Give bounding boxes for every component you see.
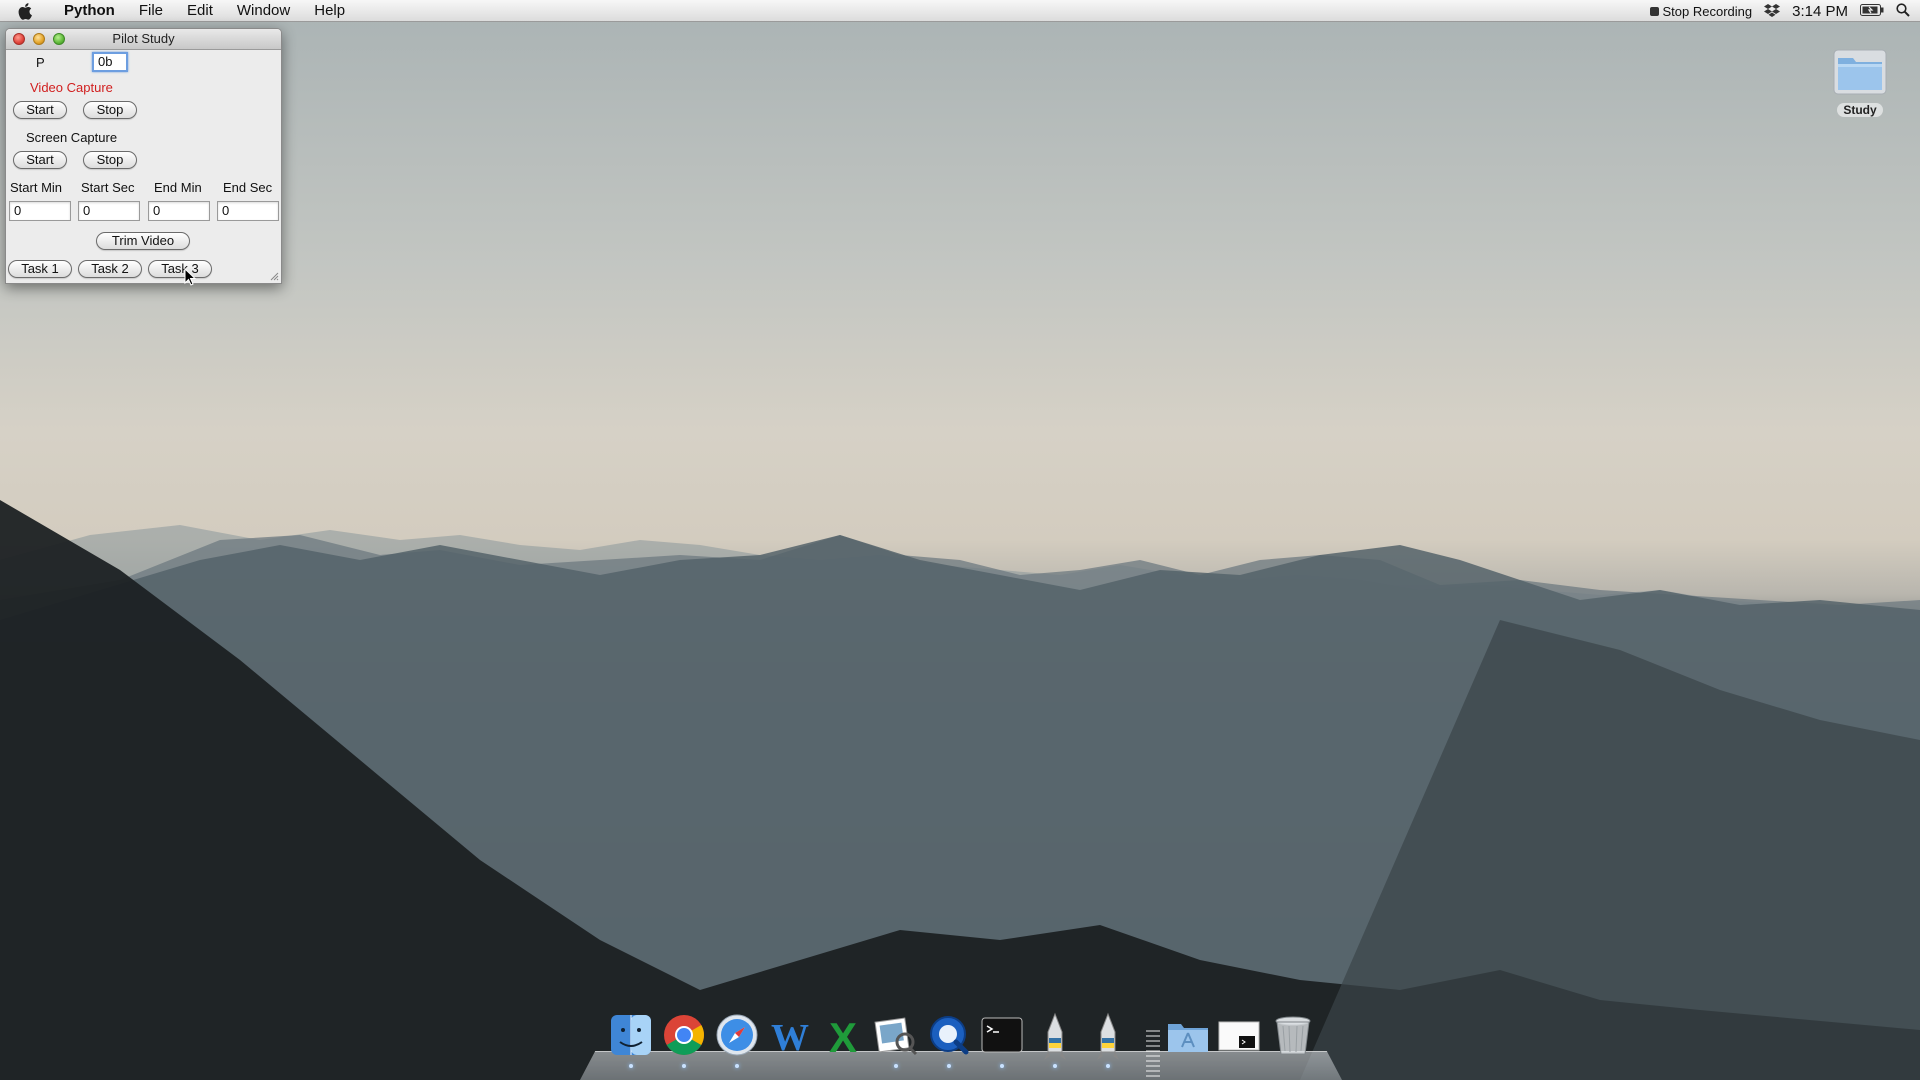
window-title: Pilot Study (112, 31, 175, 46)
task-2-button[interactable]: Task 2 (78, 260, 142, 278)
desktop-wallpaper (0, 500, 1920, 1080)
terminal-icon[interactable] (979, 1012, 1025, 1068)
menu-bar: Python File Edit Window Help Stop Record… (0, 0, 1920, 22)
pilot-study-window: Pilot Study P 0b Video Capture Start Sto… (5, 28, 282, 284)
video-start-button[interactable]: Start (13, 101, 67, 119)
menu-help[interactable]: Help (302, 0, 357, 22)
trash-icon[interactable] (1270, 1012, 1316, 1062)
svg-text:X: X (829, 1014, 857, 1058)
task-3-button[interactable]: Task 3 (148, 260, 212, 278)
start-sec-field[interactable]: 0 (78, 201, 140, 221)
screen-capture-label: Screen Capture (26, 130, 118, 145)
end-min-field[interactable]: 0 (148, 201, 210, 221)
status-area: Stop Recording 3:14 PM (1649, 0, 1911, 22)
close-window-button[interactable] (13, 33, 25, 45)
word-icon[interactable]: W (767, 1012, 813, 1062)
finder-icon[interactable] (608, 1012, 654, 1068)
window-titlebar[interactable]: Pilot Study (6, 29, 281, 50)
menu-edit[interactable]: Edit (175, 0, 225, 22)
window-content: P 0b Video Capture Start Stop Screen Cap… (6, 50, 281, 283)
minimize-window-button[interactable] (33, 33, 45, 45)
menu-window[interactable]: Window (225, 0, 302, 22)
python-launcher-2-icon[interactable] (1085, 1012, 1131, 1068)
menubar-clock[interactable]: 3:14 PM (1792, 3, 1848, 20)
dropbox-icon[interactable] (1764, 3, 1781, 20)
resize-grip-icon[interactable] (269, 271, 279, 281)
screen-stop-button[interactable]: Stop (83, 151, 137, 169)
end-sec-field[interactable]: 0 (217, 201, 279, 221)
start-min-field[interactable]: 0 (9, 201, 71, 221)
study-folder-label: Study (1837, 103, 1883, 117)
task-1-button[interactable]: Task 1 (8, 260, 72, 278)
end-min-label: End Min (154, 180, 202, 195)
video-capture-label: Video Capture (30, 80, 113, 95)
start-sec-label: Start Sec (81, 180, 135, 195)
applications-folder-icon[interactable] (1165, 1012, 1211, 1062)
quicktime-icon[interactable] (926, 1012, 972, 1068)
trim-video-button[interactable]: Trim Video (96, 232, 190, 250)
zoom-window-button[interactable] (53, 33, 65, 45)
apple-menu-icon[interactable] (0, 2, 52, 20)
excel-icon[interactable]: X (820, 1012, 866, 1062)
battery-icon[interactable] (1860, 3, 1884, 19)
dock-separator (1146, 1030, 1160, 1078)
end-sec-label: End Sec (223, 180, 273, 195)
folder-icon (1833, 49, 1887, 95)
safari-icon[interactable] (714, 1012, 760, 1068)
menu-file[interactable]: File (127, 0, 175, 22)
stop-recording-menu[interactable]: Stop Recording (1649, 3, 1753, 19)
chrome-icon[interactable] (661, 1012, 707, 1068)
start-min-label: Start Min (10, 180, 63, 195)
stop-recording-label: Stop Recording (1662, 3, 1753, 19)
document-icon[interactable] (1217, 1012, 1263, 1062)
participant-label: P (36, 55, 45, 70)
menu-app-python[interactable]: Python (52, 0, 127, 22)
spotlight-search-icon[interactable] (1896, 2, 1910, 20)
screen-start-button[interactable]: Start (13, 151, 67, 169)
preview-icon[interactable] (873, 1012, 919, 1068)
dock: W X (580, 1012, 1342, 1080)
record-stop-icon (1649, 6, 1659, 16)
python-launcher-icon[interactable] (1032, 1012, 1078, 1068)
participant-id-field[interactable]: 0b (92, 52, 128, 72)
mouse-cursor-icon (184, 268, 196, 286)
svg-text:W: W (771, 1017, 809, 1058)
video-stop-button[interactable]: Stop (83, 101, 137, 119)
study-folder[interactable]: Study (1830, 46, 1890, 119)
